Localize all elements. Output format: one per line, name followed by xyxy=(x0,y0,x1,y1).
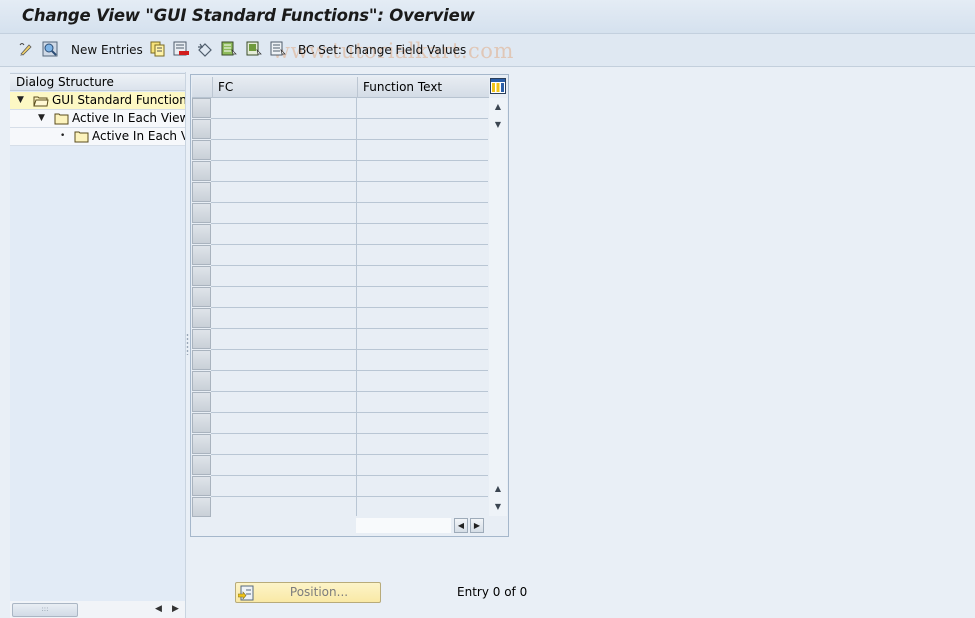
scroll-left-icon[interactable]: ◀ xyxy=(155,604,162,614)
delete-icon[interactable] xyxy=(173,41,189,57)
row-selector[interactable] xyxy=(192,182,211,202)
table-row[interactable] xyxy=(211,139,488,140)
expand-triangle-icon[interactable]: ▼ xyxy=(38,110,45,127)
table-row[interactable] xyxy=(211,454,488,455)
table-row[interactable] xyxy=(211,286,488,287)
column-header-fc[interactable]: FC xyxy=(212,77,357,98)
scrollbar-thumb[interactable]: ::: xyxy=(12,603,78,617)
table-row[interactable] xyxy=(211,202,488,203)
display-change-icon[interactable] xyxy=(18,41,34,57)
row-selector[interactable] xyxy=(192,371,211,391)
table-row[interactable] xyxy=(211,118,488,119)
copy-as-icon[interactable] xyxy=(150,41,166,57)
row-selector[interactable] xyxy=(192,455,211,475)
table-row[interactable] xyxy=(211,265,488,266)
table-row[interactable] xyxy=(211,244,488,245)
row-selector[interactable] xyxy=(192,308,211,328)
row-selector[interactable] xyxy=(192,245,211,265)
scroll-up-icon[interactable]: ▲ xyxy=(491,100,505,114)
tree-node-gui-standard-functions[interactable]: ▼ GUI Standard Functions xyxy=(10,92,185,110)
row-selector[interactable] xyxy=(192,497,211,517)
panel-splitter-handle[interactable] xyxy=(186,333,189,355)
table-row[interactable] xyxy=(211,412,488,413)
select-all-rows-button[interactable] xyxy=(192,77,212,98)
select-all-icon[interactable] xyxy=(221,41,237,57)
page-title: Change View "GUI Standard Functions": Ov… xyxy=(22,6,475,25)
table-row[interactable] xyxy=(211,496,488,497)
row-selector[interactable] xyxy=(192,140,211,160)
title-bar: Change View "GUI Standard Functions": Ov… xyxy=(0,0,975,34)
row-selector[interactable] xyxy=(192,203,211,223)
application-toolbar: www.tutorialkart.com New Entries BC Set:… xyxy=(0,34,975,67)
scroll-page-up-icon[interactable]: ▲ xyxy=(491,482,505,496)
open-folder-icon xyxy=(33,95,49,109)
tree-node-label: GUI Standard Functions xyxy=(52,93,185,107)
leaf-bullet-icon: • xyxy=(60,131,66,141)
table-row[interactable] xyxy=(211,160,488,161)
row-selector[interactable] xyxy=(192,161,211,181)
function-codes-table: FC Function Text ▲ ▼ ▲ ▼ ◀ ▶ xyxy=(190,74,509,537)
table-row[interactable] xyxy=(211,349,488,350)
dialog-structure-panel: Dialog Structure ▼ GUI Standard Function… xyxy=(10,72,186,618)
table-row[interactable] xyxy=(211,433,488,434)
row-selector[interactable] xyxy=(192,224,211,244)
entry-count: Entry 0 of 0 xyxy=(457,585,528,599)
table-row[interactable] xyxy=(211,328,488,329)
tree-node-label: Active In Each View xyxy=(72,111,185,125)
row-selector[interactable] xyxy=(192,119,211,139)
row-selector[interactable] xyxy=(192,287,211,307)
folder-icon xyxy=(54,113,70,127)
row-selector[interactable] xyxy=(192,329,211,349)
row-selector[interactable] xyxy=(192,266,211,286)
column-header-function-text[interactable]: Function Text xyxy=(357,77,489,98)
scroll-right-icon[interactable]: ▶ xyxy=(172,604,179,614)
table-row[interactable] xyxy=(211,475,488,476)
table-vertical-scrollbar[interactable]: ▲ ▼ ▲ ▼ xyxy=(489,98,507,516)
bc-set-change-field-values-button[interactable]: BC Set: Change Field Values xyxy=(298,43,466,57)
row-selector[interactable] xyxy=(192,434,211,454)
scroll-page-down-icon[interactable]: ▼ xyxy=(491,500,505,514)
position-button[interactable]: Position... xyxy=(235,582,381,603)
row-selector[interactable] xyxy=(192,476,211,496)
scroll-left-icon[interactable]: ◀ xyxy=(454,518,468,533)
table-row[interactable] xyxy=(211,223,488,224)
find-icon[interactable] xyxy=(42,41,58,57)
column-divider xyxy=(356,98,357,516)
expand-triangle-icon[interactable]: ▼ xyxy=(17,92,24,109)
tree-node-active-in-each-view[interactable]: ▼ Active In Each View xyxy=(10,110,185,128)
undo-change-icon[interactable] xyxy=(197,41,213,57)
table-header: FC Function Text xyxy=(192,77,489,98)
table-horizontal-scrollbar[interactable] xyxy=(356,518,451,533)
scroll-down-icon[interactable]: ▼ xyxy=(491,118,505,132)
scroll-right-icon[interactable]: ▶ xyxy=(470,518,484,533)
dialog-structure-header: Dialog Structure xyxy=(10,73,185,91)
position-button-label: Position... xyxy=(289,585,349,599)
row-selector[interactable] xyxy=(192,350,211,370)
column-settings-icon[interactable] xyxy=(490,78,506,94)
tree-horizontal-scrollbar[interactable]: ::: ◀ ▶ xyxy=(10,601,185,618)
table-row[interactable] xyxy=(211,370,488,371)
select-block-icon[interactable] xyxy=(246,41,262,57)
row-selector[interactable] xyxy=(192,413,211,433)
table-row[interactable] xyxy=(211,181,488,182)
row-selector[interactable] xyxy=(192,392,211,412)
table-row[interactable] xyxy=(211,391,488,392)
folder-icon xyxy=(74,131,90,145)
tree-node-label: Active In Each View xyxy=(92,129,185,143)
tree-node-active-in-each-view-child[interactable]: • Active In Each View xyxy=(10,128,185,146)
table-row[interactable] xyxy=(211,307,488,308)
deselect-all-icon[interactable] xyxy=(270,41,286,57)
new-entries-button[interactable]: New Entries xyxy=(71,43,143,57)
row-selector[interactable] xyxy=(192,98,211,118)
